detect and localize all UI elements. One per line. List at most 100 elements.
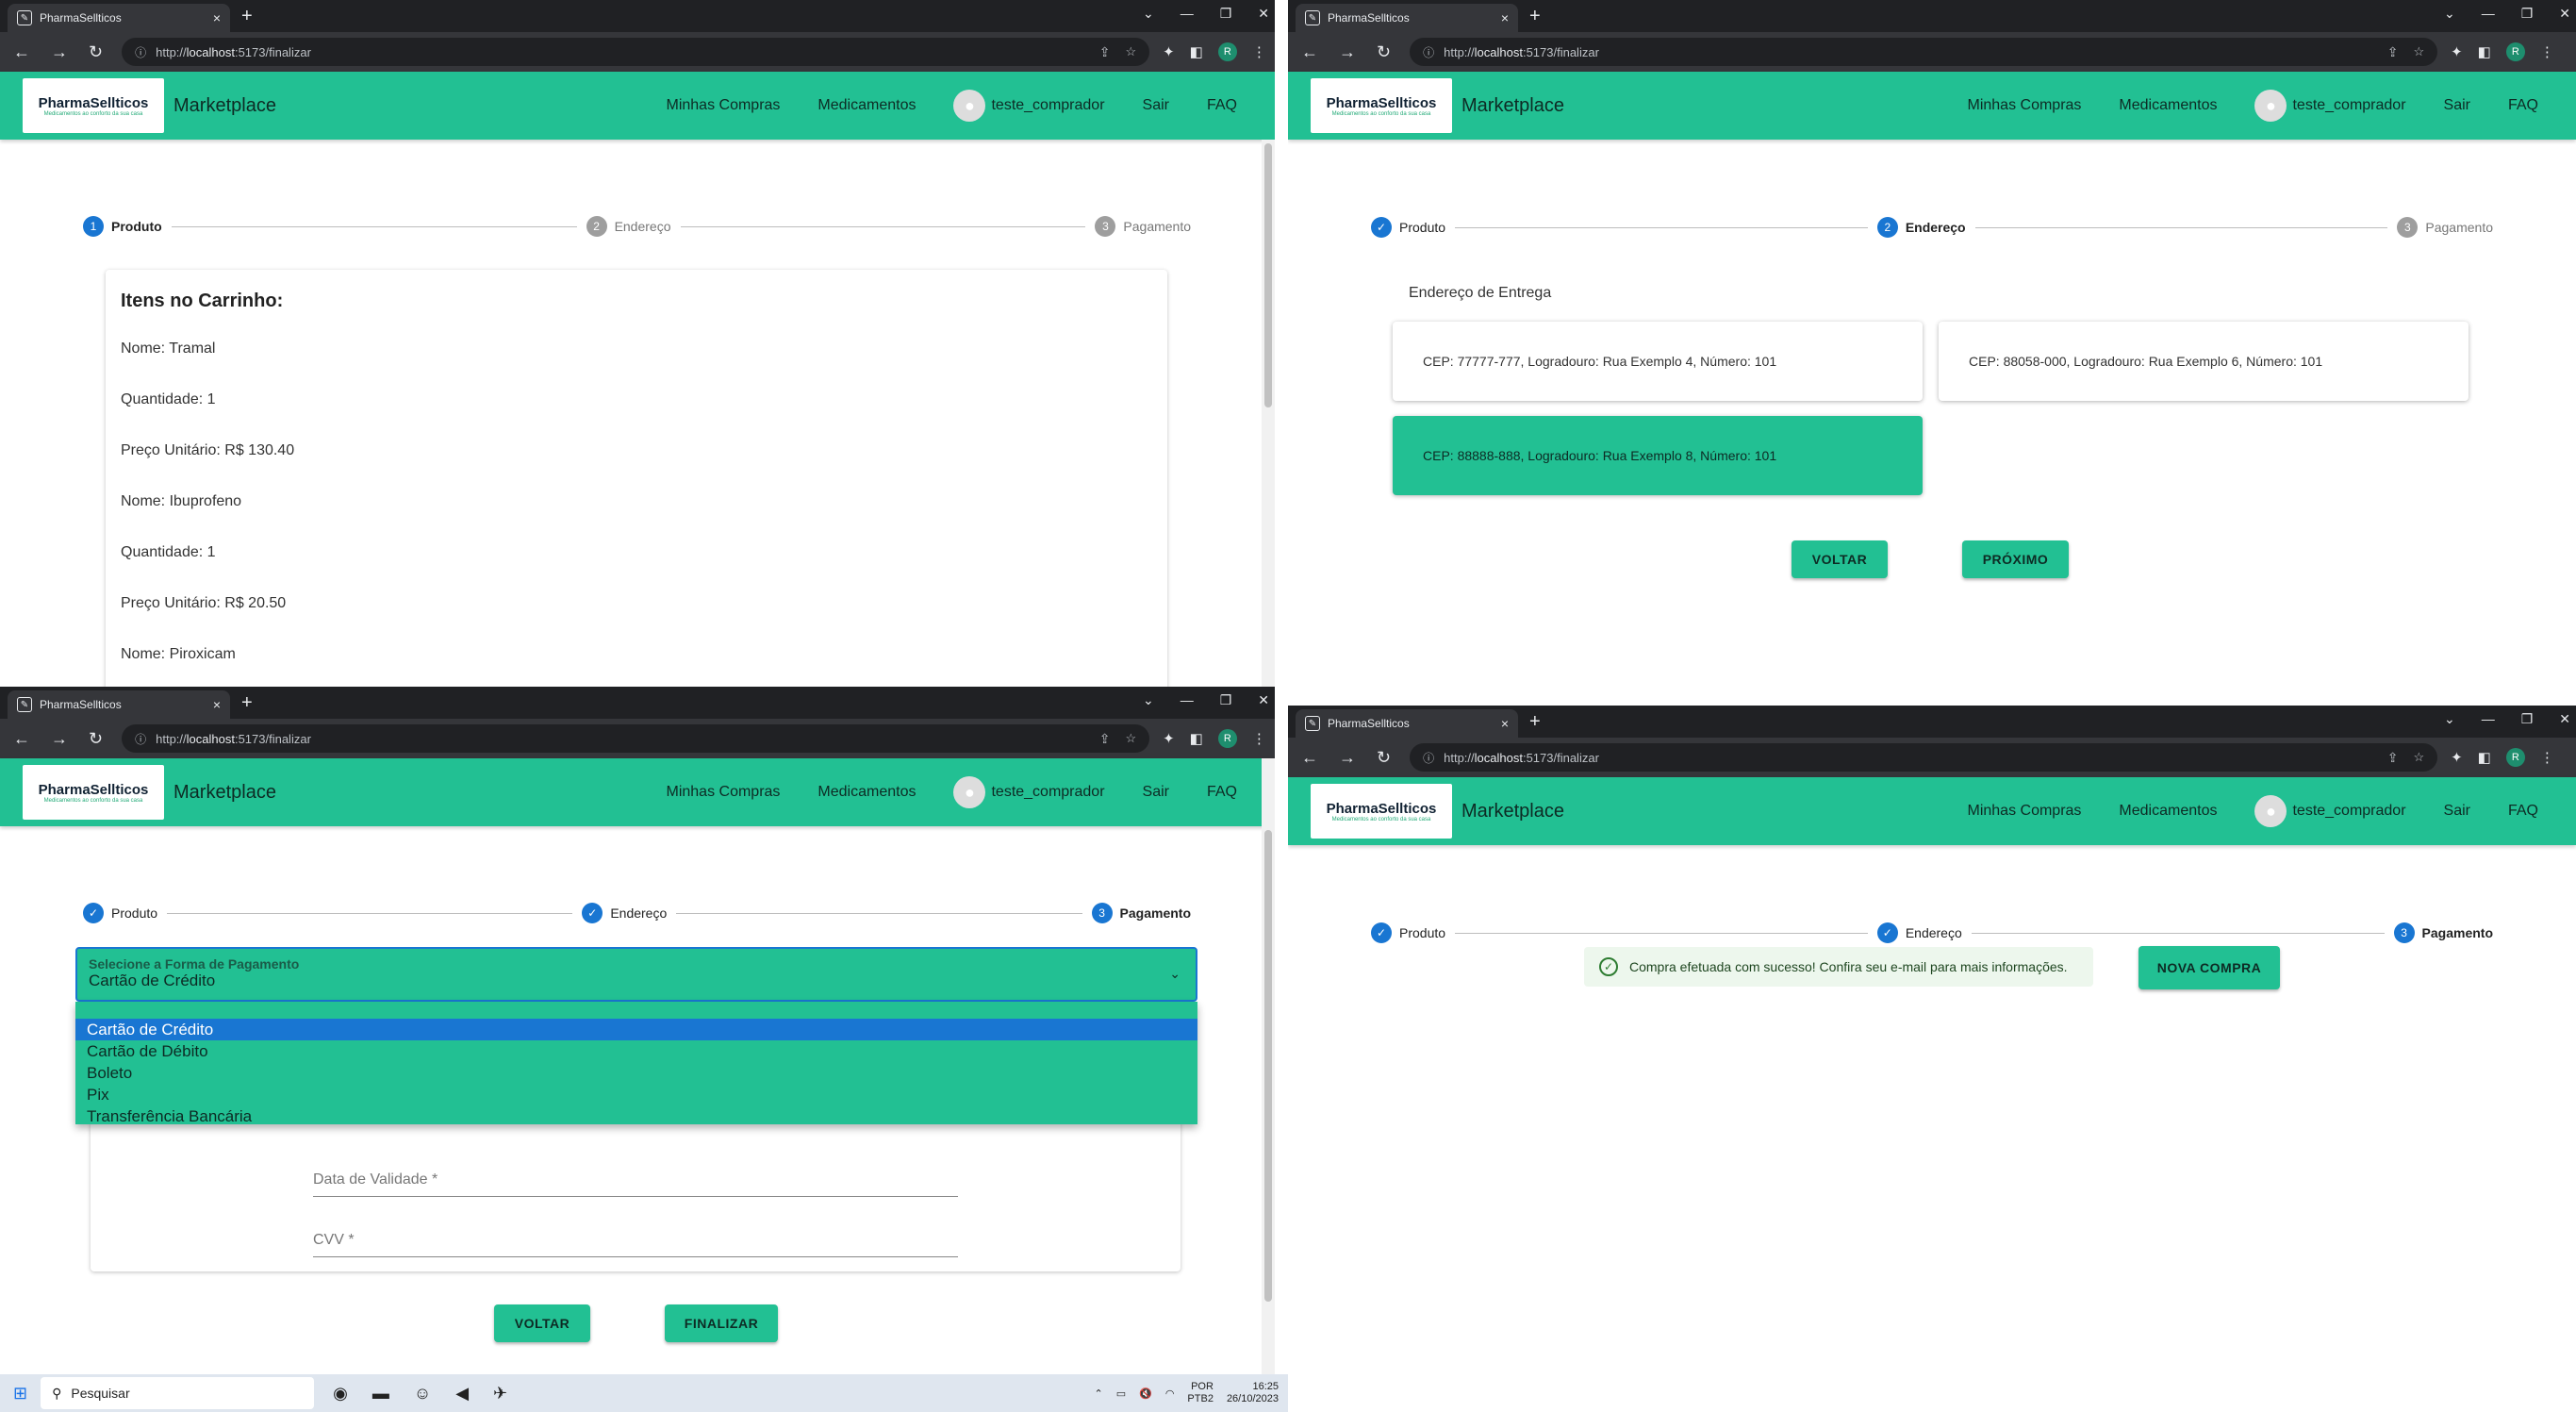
side-panel-icon[interactable]: ◧ [2478, 43, 2491, 60]
minimize-icon[interactable]: — [1181, 692, 1194, 708]
finish-button[interactable]: FINALIZAR [665, 1304, 778, 1342]
close-window-icon[interactable]: ✕ [1258, 692, 1269, 708]
info-icon[interactable]: ⓘ [1423, 750, 1434, 766]
reload-icon[interactable]: ↻ [89, 729, 103, 749]
tray-chevron-icon[interactable]: ⌃ [1094, 1387, 1102, 1400]
extensions-icon[interactable]: ✦ [1163, 43, 1175, 60]
kebab-menu-icon[interactable]: ⋮ [1252, 730, 1266, 747]
url-field[interactable]: ⓘ http://localhost:5173/finalizar ⇪ ☆ [1410, 38, 2438, 66]
logo[interactable]: PharmaSellticos Medicamentos ao conforto … [1311, 784, 1452, 839]
language-indicator[interactable]: POR PTB2 [1187, 1381, 1214, 1405]
url-field[interactable]: ⓘ http://localhost:5173/finalizar ⇪ ☆ [122, 38, 1150, 66]
profile-avatar[interactable]: R [1217, 42, 1237, 61]
new-purchase-button[interactable]: NOVA COMPRA [2138, 946, 2280, 989]
info-icon[interactable]: ⓘ [135, 731, 146, 747]
nav-minhas-compras[interactable]: Minhas Compras [666, 97, 780, 114]
nav-medicamentos[interactable]: Medicamentos [817, 97, 916, 114]
side-panel-icon[interactable]: ◧ [1190, 43, 1203, 60]
new-tab-icon[interactable]: + [1529, 711, 1541, 733]
wifi-icon[interactable]: ◠ [1165, 1387, 1175, 1400]
back-icon[interactable]: ← [1301, 748, 1318, 768]
tab-close-icon[interactable]: × [213, 697, 221, 712]
nav-sair[interactable]: Sair [2444, 803, 2470, 820]
browser-tab[interactable]: ✎ PharmaSellticos × [1296, 709, 1518, 738]
cvv-field[interactable]: CVV * [313, 1232, 958, 1257]
network-icon[interactable]: ▭ [1116, 1387, 1126, 1400]
side-panel-icon[interactable]: ◧ [2478, 749, 2491, 766]
restore-icon[interactable]: ❐ [1220, 692, 1232, 708]
nav-minhas-compras[interactable]: Minhas Compras [1967, 803, 2081, 820]
back-icon[interactable]: ← [13, 42, 30, 62]
next-button[interactable]: PRÓXIMO [1962, 540, 2069, 578]
side-panel-icon[interactable]: ◧ [1190, 730, 1203, 747]
scroll-thumb[interactable] [1264, 830, 1272, 1302]
windows-start-icon[interactable]: ⊞ [13, 1384, 27, 1404]
tab-close-icon[interactable]: × [1501, 716, 1509, 731]
taskbar-search[interactable]: ⚲ Pesquisar [41, 1377, 315, 1409]
close-window-icon[interactable]: ✕ [2559, 711, 2570, 727]
nav-sair[interactable]: Sair [2444, 97, 2470, 114]
tab-close-icon[interactable]: × [1501, 10, 1509, 25]
minimize-icon[interactable]: — [2482, 6, 2495, 22]
tab-search-icon[interactable]: ⌄ [2444, 711, 2455, 727]
new-tab-icon[interactable]: + [1529, 6, 1541, 27]
app-icon[interactable]: ☺ [414, 1384, 431, 1404]
bookmark-star-icon[interactable]: ☆ [2413, 750, 2424, 765]
kebab-menu-icon[interactable]: ⋮ [1252, 43, 1266, 60]
share-icon[interactable]: ⇪ [2387, 44, 2399, 60]
tab-search-icon[interactable]: ⌄ [2444, 6, 2455, 22]
option-credito[interactable]: Cartão de Crédito [75, 1019, 1197, 1040]
back-button[interactable]: VOLTAR [494, 1304, 590, 1342]
url-field[interactable]: ⓘ http://localhost:5173/finalizar ⇪ ☆ [1410, 743, 2438, 772]
info-icon[interactable]: ⓘ [135, 44, 146, 60]
address-card-selected[interactable]: CEP: 88888-888, Logradouro: Rua Exemplo … [1393, 416, 1923, 495]
close-window-icon[interactable]: ✕ [2559, 6, 2570, 22]
logo[interactable]: PharmaSellticos Medicamentos ao conforto … [23, 78, 164, 133]
bookmark-star-icon[interactable]: ☆ [2413, 44, 2424, 59]
scroll-thumb[interactable] [1264, 143, 1272, 407]
option-pix[interactable]: Pix [75, 1084, 1197, 1105]
extensions-icon[interactable]: ✦ [2451, 43, 2463, 60]
new-tab-icon[interactable]: + [241, 6, 253, 27]
extensions-icon[interactable]: ✦ [1163, 730, 1175, 747]
clock[interactable]: 16:25 26/10/2023 [1227, 1381, 1279, 1405]
scrollbar[interactable] [1262, 758, 1275, 1375]
scrollbar[interactable] [1262, 140, 1275, 687]
user-menu[interactable]: ● teste_comprador [2254, 90, 2406, 122]
volume-icon[interactable]: 🔇 [1139, 1387, 1152, 1400]
user-menu[interactable]: ● teste_comprador [2254, 795, 2406, 827]
nav-sair[interactable]: Sair [1143, 784, 1169, 801]
reload-icon[interactable]: ↻ [1377, 42, 1391, 62]
kebab-menu-icon[interactable]: ⋮ [2540, 43, 2554, 60]
bookmark-star-icon[interactable]: ☆ [1125, 44, 1136, 59]
info-icon[interactable]: ⓘ [1423, 44, 1434, 60]
nav-medicamentos[interactable]: Medicamentos [2119, 97, 2217, 114]
restore-icon[interactable]: ❐ [2521, 711, 2534, 727]
logo[interactable]: PharmaSellticos Medicamentos ao conforto … [1311, 78, 1452, 133]
forward-icon[interactable]: → [1339, 748, 1356, 768]
nav-faq[interactable]: FAQ [2508, 97, 2538, 114]
close-window-icon[interactable]: ✕ [1258, 6, 1269, 22]
logo[interactable]: PharmaSellticos Medicamentos ao conforto … [23, 765, 164, 820]
vscode-icon[interactable]: ◀ [455, 1384, 469, 1404]
new-tab-icon[interactable]: + [241, 692, 253, 714]
kebab-menu-icon[interactable]: ⋮ [2540, 749, 2554, 766]
file-explorer-icon[interactable]: ▬ [372, 1384, 389, 1404]
profile-avatar[interactable]: R [2505, 748, 2525, 767]
nav-faq[interactable]: FAQ [1207, 97, 1237, 114]
tab-search-icon[interactable]: ⌄ [1143, 692, 1154, 708]
payment-method-select[interactable]: Selecione a Forma de Pagamento Cartão de… [75, 947, 1197, 1002]
address-card[interactable]: CEP: 77777-777, Logradouro: Rua Exemplo … [1393, 322, 1923, 401]
share-icon[interactable]: ⇪ [1099, 731, 1111, 747]
minimize-icon[interactable]: — [1181, 6, 1194, 22]
forward-icon[interactable]: → [1339, 42, 1356, 62]
tab-close-icon[interactable]: × [213, 10, 221, 25]
user-menu[interactable]: ● teste_comprador [953, 776, 1105, 808]
option-boleto[interactable]: Boleto [75, 1062, 1197, 1084]
option-debito[interactable]: Cartão de Débito [75, 1040, 1197, 1062]
nav-faq[interactable]: FAQ [1207, 784, 1237, 801]
nav-faq[interactable]: FAQ [2508, 803, 2538, 820]
address-card[interactable]: CEP: 88058-000, Logradouro: Rua Exemplo … [1939, 322, 2469, 401]
back-icon[interactable]: ← [1301, 42, 1318, 62]
user-menu[interactable]: ● teste_comprador [953, 90, 1105, 122]
